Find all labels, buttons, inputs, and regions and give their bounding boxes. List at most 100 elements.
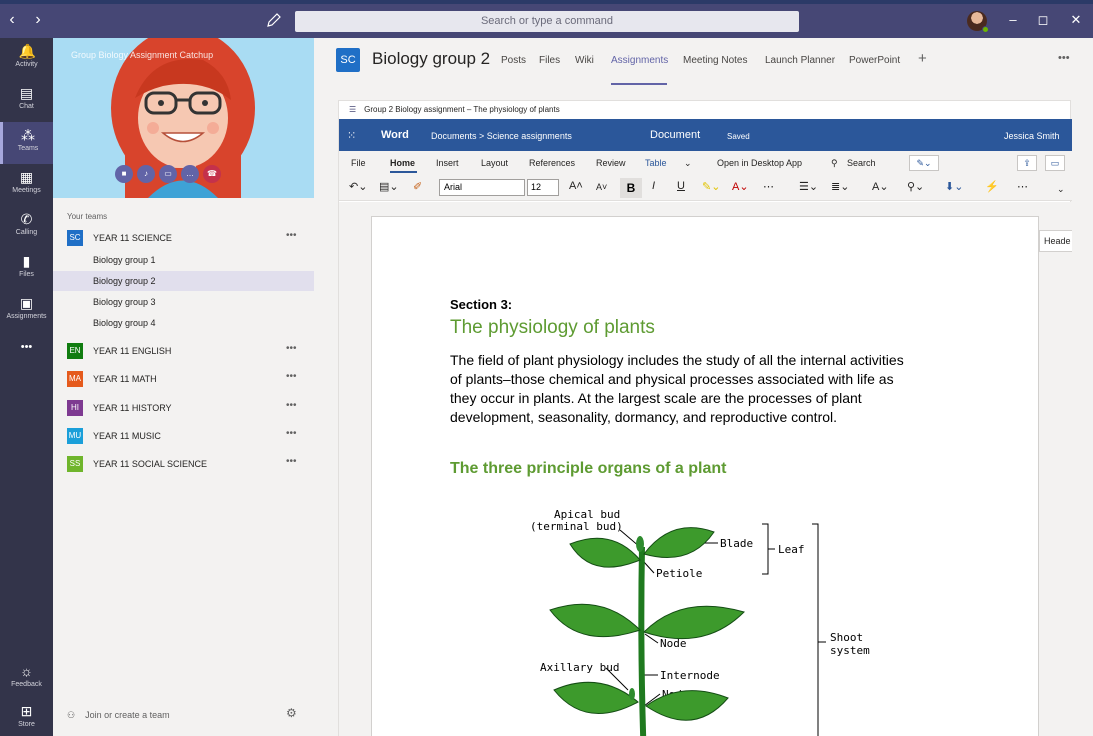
channel-biology-group-4[interactable]: Biology group 4 [53, 313, 314, 333]
document-path[interactable]: Documents > Science assignments [431, 131, 572, 141]
tab-launch-planner[interactable]: Launch Planner [765, 55, 835, 66]
label-petiole: Petiole [656, 567, 702, 580]
more-options-icon[interactable]: ••• [286, 230, 297, 241]
ribbon-tab-references[interactable]: References [529, 158, 575, 168]
channel-biology-group-2[interactable]: Biology group 2 [53, 271, 314, 291]
italic-button[interactable]: I [652, 180, 655, 192]
forward-icon[interactable]: › [30, 11, 46, 29]
underline-button[interactable]: U [677, 180, 685, 192]
find-icon[interactable]: ⚲⌄ [907, 180, 924, 193]
align-icon[interactable]: ≣⌄ [831, 180, 849, 193]
back-icon[interactable]: ‹ [4, 11, 20, 29]
chevron-down-icon[interactable]: ⌄ [684, 158, 692, 169]
tab-wiki[interactable]: Wiki [575, 55, 594, 66]
ribbon-tab-table[interactable]: Table [645, 158, 667, 168]
more-options-icon[interactable]: ••• [286, 371, 297, 382]
shrink-font-icon[interactable]: A˅ [596, 182, 607, 192]
lightning-icon[interactable]: ⚡ [985, 180, 999, 193]
rail-item-feedback[interactable]: ☼ Feedback [0, 658, 53, 700]
team-row-science[interactable]: SC YEAR 11 SCIENCE ••• [53, 228, 314, 248]
tab-meeting-notes[interactable]: Meeting Notes [683, 55, 747, 66]
team-row-math[interactable]: MA YEAR 11 MATH ••• [53, 369, 314, 389]
font-size-select[interactable]: 12 [527, 179, 559, 196]
meeting-video-tile[interactable]: Group Biology Assignment Catchup ■ ♪ ▭… ☎ [53, 38, 314, 198]
add-team-icon: ⚇ [67, 710, 76, 720]
share-icon[interactable]: ⇪ [1017, 155, 1037, 171]
team-row-music[interactable]: MU YEAR 11 MUSIC ••• [53, 426, 314, 446]
ribbon-tab-layout[interactable]: Layout [481, 158, 508, 168]
more-options-icon[interactable]: ••• [286, 400, 297, 411]
presence-available-icon [982, 26, 989, 33]
ribbon-tab-file[interactable]: File [351, 158, 366, 168]
command-search-input[interactable]: Search or type a command [295, 11, 799, 32]
tab-assignments[interactable]: Assignments [611, 55, 668, 66]
menu-icon[interactable]: ☰ [349, 105, 356, 114]
format-painter-icon[interactable]: ✐ [413, 180, 422, 193]
rail-item-calling[interactable]: ✆ Calling [0, 206, 53, 248]
chevron-down-icon[interactable]: ⌄ [1057, 184, 1065, 195]
bullets-icon[interactable]: ☰⌄ [799, 180, 818, 193]
team-row-english[interactable]: EN YEAR 11 ENGLISH ••• [53, 341, 314, 361]
microphone-icon[interactable]: ♪ [137, 165, 155, 183]
document-name[interactable]: Document [650, 129, 700, 141]
rail-item-more[interactable]: ••• [0, 334, 53, 376]
ribbon-tab-review[interactable]: Review [596, 158, 626, 168]
channel-biology-group-3[interactable]: Biology group 3 [53, 292, 314, 312]
hang-up-icon[interactable]: ☎ [203, 165, 221, 183]
bold-button[interactable]: B [620, 178, 642, 198]
compose-icon[interactable] [266, 12, 282, 28]
document-page[interactable]: Section 3: The physiology of plants The … [371, 216, 1039, 736]
more-options-icon[interactable]: … [181, 165, 199, 183]
ribbon-tab-home[interactable]: Home [390, 158, 415, 168]
grow-font-icon[interactable]: A˄ [569, 180, 583, 192]
rail-item-files[interactable]: ▮ Files [0, 248, 53, 290]
more-options-icon[interactable]: ••• [1058, 52, 1070, 64]
dictate-icon[interactable]: ⬇⌄ [945, 180, 963, 193]
rail-item-store[interactable]: ⊞ Store [0, 698, 53, 736]
team-row-history[interactable]: HI YEAR 11 HISTORY ••• [53, 398, 314, 418]
font-name-select[interactable]: Arial [439, 179, 525, 196]
user-name[interactable]: Jessica Smith [1004, 131, 1060, 141]
tab-files[interactable]: Files [539, 55, 560, 66]
your-teams-heading: Your teams [67, 212, 108, 221]
rail-item-activity[interactable]: 🔔 Activity [0, 38, 53, 80]
add-tab-icon[interactable]: + [918, 50, 927, 67]
more-options-icon[interactable]: ••• [286, 456, 297, 467]
rail-item-meetings[interactable]: ▦ Meetings [0, 164, 53, 206]
font-color-icon[interactable]: A⌄ [732, 180, 749, 193]
search-icon[interactable]: ⚲ [831, 158, 838, 169]
undo-icon[interactable]: ↶⌄ [349, 180, 367, 193]
document-canvas: Section 3: The physiology of plants The … [339, 202, 1072, 736]
rail-item-teams[interactable]: ⁂ Teams [0, 122, 53, 164]
join-create-team-link[interactable]: ⚇ Join or create a team [67, 710, 170, 721]
more-options-icon[interactable]: ••• [286, 343, 297, 354]
more-options-icon[interactable]: ••• [286, 428, 297, 439]
app-launcher-icon[interactable]: ⁙ [347, 129, 356, 142]
header-pane-tab[interactable]: Heade [1039, 230, 1072, 252]
rail-item-assignments[interactable]: ▣ Assignments [0, 290, 53, 332]
rail-item-chat[interactable]: ▤ Chat [0, 80, 53, 122]
gear-icon[interactable]: ⚙ [286, 706, 297, 720]
share-screen-icon[interactable]: ▭ [159, 165, 177, 183]
channel-team-avatar: SC [336, 48, 360, 72]
ribbon-tab-insert[interactable]: Insert [436, 158, 459, 168]
styles-icon[interactable]: A⌄ [872, 180, 889, 193]
team-row-social-science[interactable]: SS YEAR 11 SOCIAL SCIENCE ••• [53, 454, 314, 474]
organs-heading: The three principle organs of a plant [450, 460, 727, 477]
close-button[interactable]: ✕ [1066, 12, 1086, 28]
tab-powerpoint[interactable]: PowerPoint [849, 55, 900, 66]
channel-biology-group-1[interactable]: Biology group 1 [53, 250, 314, 270]
rail-label: Teams [17, 145, 39, 152]
open-in-desktop-button[interactable]: Open in Desktop App [717, 158, 802, 168]
editing-mode-button[interactable]: ✎⌄ [909, 155, 939, 171]
maximize-button[interactable]: ◻ [1033, 12, 1053, 28]
more-commands-icon[interactable]: ⋯ [1017, 180, 1028, 193]
tab-posts[interactable]: Posts [501, 55, 526, 66]
paste-icon[interactable]: ▤⌄ [379, 180, 399, 193]
more-font-options-icon[interactable]: ⋯ [763, 180, 774, 193]
minimize-button[interactable]: – [1003, 12, 1023, 27]
comment-icon[interactable]: ▭ [1045, 155, 1065, 171]
ribbon-search[interactable]: Search [847, 158, 876, 168]
highlight-icon[interactable]: ✎⌄ [702, 180, 720, 193]
camera-icon[interactable]: ■ [115, 165, 133, 183]
